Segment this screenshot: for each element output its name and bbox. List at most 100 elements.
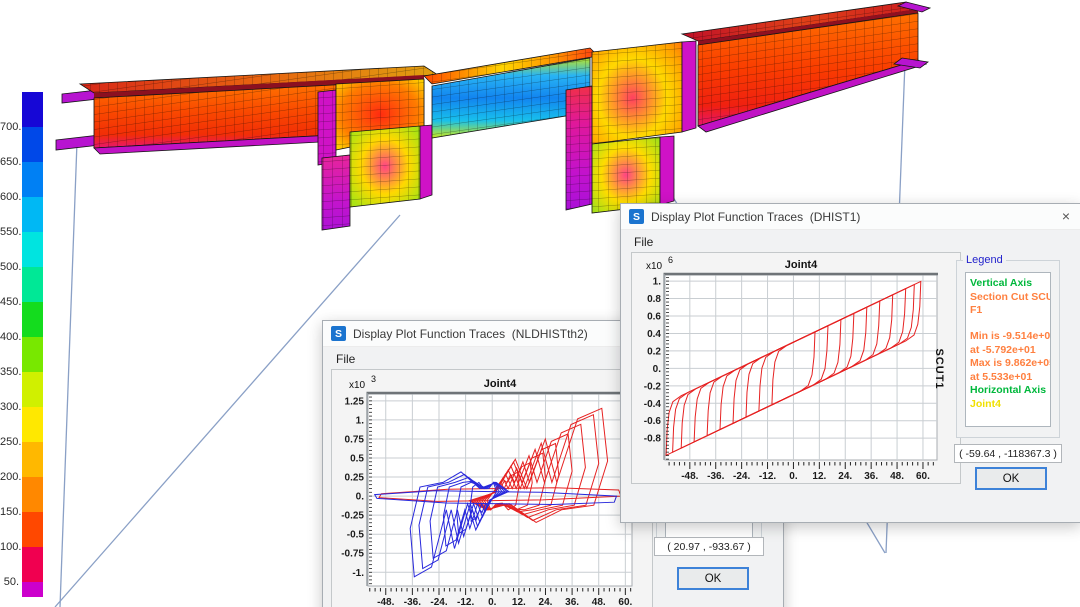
plot-container: -48.-36.-24.-12.0.12.24.36.48.60.1.0.80.… xyxy=(631,252,961,484)
colorbar-label: 600. xyxy=(0,191,19,203)
titlebar[interactable]: S Display Plot Function Traces (DHIST1) … xyxy=(621,204,1080,230)
svg-text:Joint4: Joint4 xyxy=(785,259,818,271)
svg-text:Joint4: Joint4 xyxy=(484,378,517,390)
legend-entry: at 5.533e+01 xyxy=(970,371,1046,385)
dialog-dhist1: S Display Plot Function Traces (DHIST1) … xyxy=(620,203,1080,523)
svg-text:0.: 0. xyxy=(488,597,497,607)
svg-text:0.5: 0.5 xyxy=(350,454,364,465)
svg-text:-0.4: -0.4 xyxy=(644,399,662,410)
colorbar-segment xyxy=(22,162,43,197)
chart-dhist1[interactable]: -48.-36.-24.-12.0.12.24.36.48.60.1.0.80.… xyxy=(632,253,960,483)
svg-text:48.: 48. xyxy=(890,471,904,482)
close-icon[interactable]: × xyxy=(1062,208,1070,224)
svg-text:60.: 60. xyxy=(916,471,930,482)
colorbar-segment xyxy=(22,232,43,267)
ok-button[interactable]: OK xyxy=(975,467,1047,490)
colorbar-segment xyxy=(22,547,43,582)
colorbar-label: 500. xyxy=(0,261,19,273)
legend-entry: Section Cut SCUT1 xyxy=(970,291,1046,305)
legend-entry xyxy=(970,318,1046,330)
svg-text:0.4: 0.4 xyxy=(647,329,661,340)
colorbar-segment xyxy=(22,197,43,232)
plot-container: -48. -36. -24. -12. 0. 12. 24. 36. 48. 60. 1.25 1. 0… xyxy=(331,369,653,607)
svg-text:0.6: 0.6 xyxy=(647,312,661,323)
dialog-title: Display Plot Function Traces (DHIST1) xyxy=(651,210,860,224)
svg-text:1.: 1. xyxy=(356,415,365,426)
app-icon: S xyxy=(629,209,644,224)
svg-text:0.: 0. xyxy=(356,492,365,503)
colorbar-segment xyxy=(22,512,43,547)
legend-title: Legend xyxy=(963,254,1006,266)
colorbar-label: 50. xyxy=(0,576,19,588)
menu-file[interactable]: File xyxy=(634,235,653,249)
stress-colorbar xyxy=(22,92,43,597)
colorbar-segment xyxy=(22,337,43,372)
svg-text:x10: x10 xyxy=(646,261,663,272)
svg-text:3: 3 xyxy=(371,374,376,384)
svg-text:0.75: 0.75 xyxy=(345,434,365,445)
svg-text:0.: 0. xyxy=(789,471,798,482)
colorbar-segment xyxy=(22,372,43,407)
chart-nldhistth2[interactable]: -48. -36. -24. -12. 0. 12. 24. 36. 48. 60. 1.25 1. 0… xyxy=(332,370,652,607)
svg-text:24.: 24. xyxy=(539,597,553,607)
svg-text:12.: 12. xyxy=(512,597,526,607)
colorbar-segment xyxy=(22,267,43,302)
colorbar-label: 100. xyxy=(0,541,19,553)
colorbar-label: 700. xyxy=(0,121,19,133)
svg-text:-0.8: -0.8 xyxy=(644,434,662,445)
svg-text:0.2: 0.2 xyxy=(647,346,661,357)
colorbar-label: 550. xyxy=(0,226,19,238)
svg-text:0.: 0. xyxy=(653,364,662,375)
colorbar-segment xyxy=(22,302,43,337)
right-axis-label: SCUT1 xyxy=(933,334,945,404)
svg-text:1.: 1. xyxy=(653,277,662,288)
svg-text:-48.: -48. xyxy=(377,597,394,607)
svg-text:-36.: -36. xyxy=(707,471,724,482)
svg-text:48.: 48. xyxy=(592,597,606,607)
svg-text:-36.: -36. xyxy=(404,597,421,607)
legend-entry: at -5.792e+01 xyxy=(970,344,1046,358)
legend-entry: Horizontal Axis xyxy=(970,384,1046,398)
colorbar-label: 250. xyxy=(0,436,19,448)
colorbar-segment xyxy=(22,92,43,127)
legend-entry: Min is -9.514e+05 xyxy=(970,330,1046,344)
svg-text:-1.: -1. xyxy=(352,568,364,579)
colorbar-segment xyxy=(22,407,43,442)
svg-text:-24.: -24. xyxy=(733,471,750,482)
coordinate-readout: ( 20.97 , -933.67 ) xyxy=(654,537,764,556)
colorbar-segment xyxy=(22,477,43,512)
svg-text:24.: 24. xyxy=(838,471,852,482)
legend-groupbox: Legend Vertical AxisSection Cut SCUT1F1M… xyxy=(956,260,1060,438)
colorbar-label: 150. xyxy=(0,506,19,518)
svg-text:36.: 36. xyxy=(864,471,878,482)
colorbar-label: 350. xyxy=(0,366,19,378)
coordinate-readout: ( -59.64 , -118367.3 ) xyxy=(954,444,1062,463)
colorbar-label: 200. xyxy=(0,471,19,483)
svg-text:36.: 36. xyxy=(565,597,579,607)
svg-text:-0.2: -0.2 xyxy=(644,381,662,392)
legend-entry: F1 xyxy=(970,304,1046,318)
legend-box: Vertical AxisSection Cut SCUT1F1 Min is -… xyxy=(965,272,1051,427)
colorbar-label: 650. xyxy=(0,156,19,168)
svg-text:6: 6 xyxy=(668,255,673,265)
svg-text:-24.: -24. xyxy=(430,597,447,607)
svg-text:-12.: -12. xyxy=(759,471,776,482)
svg-text:0.8: 0.8 xyxy=(647,294,661,305)
menubar: File xyxy=(621,230,1080,253)
svg-text:-12.: -12. xyxy=(457,597,474,607)
sap2000-screen: 700.650.600.550.500.450.400.350.300.250.… xyxy=(0,0,1080,607)
ok-button[interactable]: OK xyxy=(677,567,749,590)
svg-text:x10: x10 xyxy=(349,380,366,391)
legend-entry: Vertical Axis xyxy=(970,277,1046,291)
svg-text:-0.75: -0.75 xyxy=(341,549,364,560)
legend-entry: Max is 9.862e+05 xyxy=(970,357,1046,371)
colorbar-label: 450. xyxy=(0,296,19,308)
menu-file[interactable]: File xyxy=(336,352,355,366)
svg-text:-0.5: -0.5 xyxy=(347,530,365,541)
svg-text:1.25: 1.25 xyxy=(345,396,365,407)
svg-text:12.: 12. xyxy=(812,471,826,482)
svg-text:60.: 60. xyxy=(618,597,632,607)
svg-text:-48.: -48. xyxy=(681,471,698,482)
legend-entry: Joint4 xyxy=(970,398,1046,412)
colorbar-segment xyxy=(22,127,43,162)
